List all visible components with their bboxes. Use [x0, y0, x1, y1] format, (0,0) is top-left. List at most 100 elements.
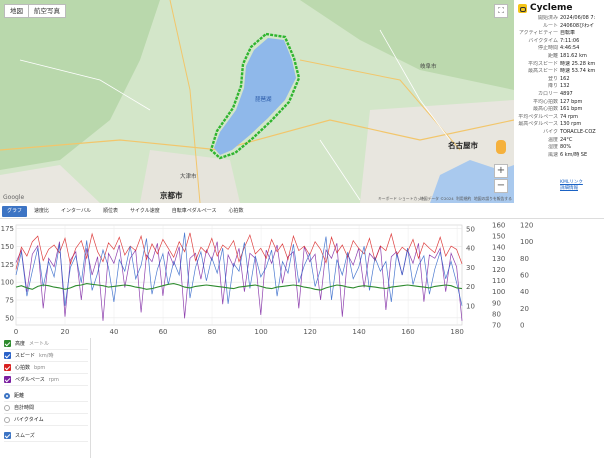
stat-key: 最高スピード: [527, 68, 558, 75]
stat-value: 4:46:54: [560, 45, 580, 52]
checkbox-icon[interactable]: [4, 376, 11, 383]
series-toggle[interactable]: スピード km/時: [4, 350, 88, 362]
stat-row: 停止時間 4:46:54: [514, 45, 604, 53]
zoom-out-button[interactable]: −: [494, 179, 508, 193]
right-axis-tick-label: 50: [466, 225, 475, 233]
radio-icon[interactable]: [4, 404, 10, 411]
zoom-in-button[interactable]: +: [494, 164, 508, 178]
details-link[interactable]: 詳細情報: [560, 186, 583, 192]
x-tick-label: 180: [450, 328, 463, 336]
stat-row: 風速 6 km/時 SE: [514, 152, 604, 160]
stat-key: 平均心拍数: [532, 98, 558, 105]
map-data-credit: 地図データ ©2024: [420, 196, 454, 201]
divider: [90, 338, 91, 458]
stat-key: バイクタイム: [528, 37, 558, 44]
tab-3[interactable]: 順位表: [98, 206, 123, 217]
right-axis-tick-label: 0: [520, 322, 524, 330]
xaxis-option[interactable]: 距離: [4, 390, 88, 402]
x-tick-label: 100: [254, 328, 267, 336]
activity-chart: 50751001251501750 20 40 60 80 100 120 140 160 180…: [1, 222, 534, 337]
tab-1[interactable]: 速度比: [29, 206, 54, 217]
brand-name: Cycleme: [530, 3, 573, 13]
report-error-link[interactable]: 地図の誤りを報告する: [474, 196, 512, 202]
pegman-icon[interactable]: [496, 140, 506, 154]
x-tick-label: 20: [61, 328, 70, 336]
chart-tabs: グラフ 速度比 インターバル 順位表 サイクル速度 自転車ペダルペース 心拍数: [0, 205, 604, 219]
stat-row: バイクタイム 7:11:06: [514, 38, 604, 46]
stat-key: 温度: [547, 136, 558, 143]
right-axis-tick-label: 150: [492, 233, 505, 241]
stat-value: 132: [560, 83, 570, 90]
stat-value: TORACLE-COZ: [560, 128, 596, 135]
tab-2[interactable]: インターバル: [56, 206, 96, 217]
bike-logo-icon: [518, 3, 527, 13]
stat-row: 降り 132: [514, 83, 604, 91]
y-tick-label: 100: [1, 279, 14, 287]
tab-6[interactable]: 心拍数: [224, 206, 249, 217]
checkbox-icon[interactable]: [4, 364, 11, 371]
stat-row: 最高心拍数 161 bpm: [514, 106, 604, 114]
right-axis-tick-label: 70: [492, 322, 501, 330]
fullscreen-icon[interactable]: ⛶: [494, 4, 508, 18]
stat-value: 127 bpm: [560, 98, 583, 105]
gifu-label: 岐阜市: [420, 64, 437, 70]
x-tick-label: 160: [401, 328, 414, 336]
series-toggle[interactable]: 高度 メートル: [4, 338, 88, 350]
checkbox-icon[interactable]: [4, 432, 11, 439]
right-axis-tick-label: 60: [520, 272, 529, 280]
radio-icon[interactable]: [4, 416, 10, 423]
plot-area: [15, 224, 463, 326]
info-links: KMLリンク 詳細情報: [560, 180, 583, 192]
series-toggle[interactable]: ペダルペース rpm: [4, 374, 88, 386]
right-axis-tick-label: 80: [492, 310, 501, 318]
tab-0[interactable]: グラフ: [2, 206, 28, 217]
checkbox-icon[interactable]: [4, 352, 11, 359]
stat-key: 距離: [547, 52, 558, 59]
stat-value: 130 rpm: [560, 121, 582, 128]
right-axis-tick-label: 100: [520, 238, 533, 246]
stat-key: 最高心拍数: [532, 106, 558, 113]
stat-row: アクティビティー 自転車: [514, 30, 604, 38]
stat-value: 7:11:06: [560, 37, 580, 44]
stat-value: 自転車: [560, 30, 576, 37]
stat-key: アクティビティー: [518, 30, 558, 37]
series-unit: メートル: [29, 341, 50, 347]
right-axis-tick-label: 10: [466, 302, 475, 310]
tab-4[interactable]: サイクル速度: [125, 206, 165, 217]
series-unit: rpm: [48, 376, 59, 383]
right-axis-tick-label: 80: [520, 255, 529, 263]
right-axis-tick-label: 100: [492, 288, 505, 296]
radio-icon[interactable]: [4, 392, 10, 399]
activity-stats: 開始済み 2024/06/08 7: ルート 240608びわイ アクティビティー 自転車…: [514, 15, 604, 159]
right-axis-tick-label: 30: [466, 264, 475, 272]
y-tick-label: 175: [1, 225, 14, 233]
stat-row: ルート 240608びわイ: [514, 23, 604, 31]
stat-value: 181.62 km: [560, 52, 587, 59]
xaxis-option[interactable]: バイクタイム: [4, 414, 88, 426]
series-label: スピード: [15, 353, 36, 359]
route-map[interactable]: 地図 航空写真 ⛶ + − 琵琶湖 岐阜市 名古屋市 大津市 京都市 Googl…: [0, 0, 514, 203]
satellite-button[interactable]: 航空写真: [28, 4, 66, 18]
xaxis-option-label: バイクタイム: [14, 417, 44, 423]
kyoto-label: 京都市: [160, 191, 183, 200]
terms-link[interactable]: 利用規約: [456, 196, 471, 202]
checkbox-icon[interactable]: [4, 340, 11, 347]
tab-5[interactable]: 自転車ペダルペース: [167, 206, 222, 217]
map-type-button[interactable]: 地図: [4, 4, 29, 18]
keyboard-shortcuts-link[interactable]: キーボード ショートカット: [378, 196, 425, 202]
smooth-toggle[interactable]: スムーズ: [4, 430, 88, 442]
right-axis-tick-label: 130: [492, 255, 505, 263]
right-axis-tick-label: 110: [492, 277, 505, 285]
stat-row: 最高スピード 時速 53.74 km: [514, 68, 604, 76]
otsu-label: 大津市: [180, 174, 197, 180]
series-label: ペダルペース: [15, 377, 45, 383]
stat-key: 風速: [547, 151, 558, 158]
right-axis-tick-label: 90: [492, 299, 501, 307]
xaxis-option[interactable]: 自計時間: [4, 402, 88, 414]
series-toggle[interactable]: 心拍数 bpm: [4, 362, 88, 374]
google-logo: Google: [3, 194, 25, 201]
stat-value: 80%: [560, 144, 572, 151]
stat-key: ルート: [542, 22, 558, 29]
stat-key: 平均ペダルペース: [518, 113, 558, 120]
stat-value: 240608びわイ: [560, 22, 595, 29]
